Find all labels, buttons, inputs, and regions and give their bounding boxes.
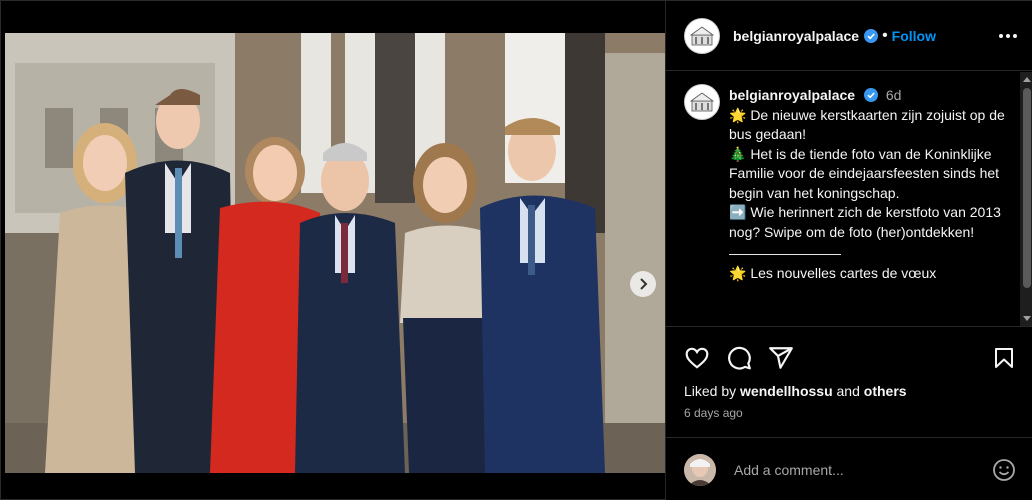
scroll-up-arrow[interactable] xyxy=(1023,77,1031,82)
scroll-thumb[interactable] xyxy=(1023,88,1031,288)
post-header: belgianroyalpalace • Follow xyxy=(666,1,1032,71)
caption-scroll-area[interactable]: belgianroyalpalace 6d 🌟 De nieuwe kerstk… xyxy=(666,72,1032,326)
bookmark-icon[interactable] xyxy=(992,346,1016,370)
action-icons-row xyxy=(684,345,1016,371)
follow-button[interactable]: Follow xyxy=(892,28,936,44)
post-caption: belgianroyalpalace 6d 🌟 De nieuwe kerstk… xyxy=(684,84,1014,283)
emoji-icon[interactable] xyxy=(992,458,1016,482)
caption-line: 🌟 Les nouvelles cartes de vœux xyxy=(729,264,937,281)
palace-logo-icon xyxy=(689,92,715,112)
caption-line: 🌟 De nieuwe kerstkaarten zijn zojuist op… xyxy=(729,106,1005,143)
caption-avatar[interactable] xyxy=(684,84,720,120)
caption-line: 🎄 Het is de tiende foto van de Koninklij… xyxy=(729,145,1000,201)
post-time-ago[interactable]: 6 days ago xyxy=(684,406,1016,420)
current-user-avatar[interactable] xyxy=(684,453,716,486)
likes-summary: Liked by wendellhossu and others xyxy=(684,383,1016,399)
verified-badge-icon xyxy=(863,88,878,102)
comment-bar: Add a comment... xyxy=(666,437,1032,500)
instagram-post-modal: belgianroyalpalace • Follow belgianroyal… xyxy=(0,0,1032,500)
family-photo-illustration xyxy=(5,33,665,473)
liked-by-others[interactable]: others xyxy=(864,383,907,399)
send-icon[interactable] xyxy=(768,345,794,371)
caption-scrollbar[interactable] xyxy=(1020,72,1032,326)
header-username[interactable]: belgianroyalpalace xyxy=(733,28,859,44)
caption-divider: ———————— xyxy=(729,245,841,261)
more-horizontal-icon xyxy=(999,33,1003,38)
post-side-panel: belgianroyalpalace • Follow belgianroyal… xyxy=(665,1,1032,500)
post-photo[interactable] xyxy=(5,33,665,473)
carousel-next-button[interactable] xyxy=(630,271,656,297)
verified-badge-icon xyxy=(864,28,879,43)
liked-by-prefix: Liked by xyxy=(684,383,737,399)
liked-by-and: and xyxy=(836,383,860,399)
account-avatar[interactable] xyxy=(684,17,720,54)
user-photo xyxy=(684,453,716,486)
chevron-right-icon xyxy=(640,278,648,290)
post-actions: Liked by wendellhossu and others 6 days … xyxy=(666,326,1032,420)
more-options-button[interactable] xyxy=(999,33,1017,38)
palace-logo-icon xyxy=(689,26,715,45)
caption-line: ➡️ Wie herinnert zich de kerstfoto van 2… xyxy=(729,204,1001,240)
header-separator: • xyxy=(882,26,888,44)
scroll-down-arrow[interactable] xyxy=(1023,316,1031,321)
heart-icon[interactable] xyxy=(684,345,710,371)
liked-by-user[interactable]: wendellhossu xyxy=(740,383,833,399)
caption-timestamp[interactable]: 6d xyxy=(886,87,902,103)
comment-input[interactable]: Add a comment... xyxy=(734,462,992,478)
comment-icon[interactable] xyxy=(726,345,752,371)
caption-username[interactable]: belgianroyalpalace xyxy=(729,87,855,103)
